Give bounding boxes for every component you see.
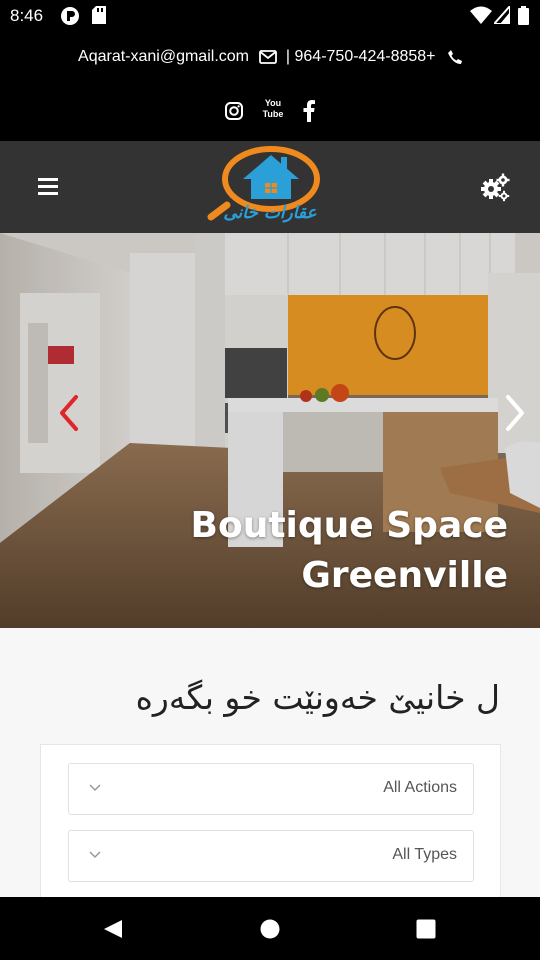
chevron-left-icon[interactable] (54, 393, 84, 433)
back-triangle-icon[interactable] (102, 918, 124, 940)
battery-icon (518, 6, 529, 25)
actions-select-value: All Actions (383, 779, 457, 796)
hero-title-line2: Greenville (301, 555, 508, 596)
facebook-icon[interactable] (303, 100, 316, 122)
hamburger-menu-icon[interactable] (38, 178, 58, 196)
app-notification-icon (61, 7, 79, 25)
recents-square-icon[interactable] (415, 918, 437, 940)
search-form: All Actions All Types (40, 744, 501, 904)
chevron-right-icon[interactable] (500, 393, 530, 433)
home-circle-icon[interactable] (259, 918, 281, 940)
contact-separator: | (285, 48, 291, 65)
sd-card-icon (92, 6, 106, 24)
contact-bar: Aqarat-xani@gmail.com | 964-750-424-8858… (0, 32, 540, 141)
wifi-icon (470, 6, 492, 24)
contact-email[interactable]: Aqarat-xani@gmail.com (78, 48, 249, 65)
social-links: You Tube (0, 98, 540, 124)
site-logo[interactable]: عقارات خانى (207, 145, 325, 231)
hero-slider[interactable]: Boutique Space Greenville (0, 233, 540, 628)
status-time: 8:46 (10, 6, 44, 25)
contact-phone[interactable]: 964-750-424-8858+ (295, 48, 436, 65)
instagram-icon[interactable] (224, 102, 243, 120)
chevron-down-icon (89, 784, 101, 792)
envelope-icon (259, 50, 278, 64)
gears-icon[interactable] (480, 172, 510, 202)
search-section: ل خانیێ خەونێت خو بگەرە All Actions All … (0, 628, 540, 904)
youtube-label: You Tube (262, 98, 284, 119)
types-select-value: All Types (392, 846, 457, 863)
cell-signal-icon (494, 6, 510, 24)
contact-line: Aqarat-xani@gmail.com | 964-750-424-8858… (0, 48, 540, 66)
logo-text: عقارات خانى (223, 203, 317, 223)
actions-select[interactable]: All Actions (68, 763, 474, 815)
youtube-icon[interactable]: You Tube (262, 98, 284, 124)
hero-title-line1: Boutique Space (190, 505, 508, 546)
hero-title[interactable]: Boutique Space Greenville (108, 501, 508, 601)
types-select[interactable]: All Types (68, 830, 474, 882)
system-navigation-bar (0, 897, 540, 960)
status-bar: 8:46 (0, 0, 540, 32)
search-heading: ل خانیێ خەونێت خو بگەرە (135, 678, 500, 717)
site-header: عقارات خانى (0, 141, 540, 233)
phone-icon (447, 50, 462, 64)
chevron-down-icon (89, 851, 101, 859)
